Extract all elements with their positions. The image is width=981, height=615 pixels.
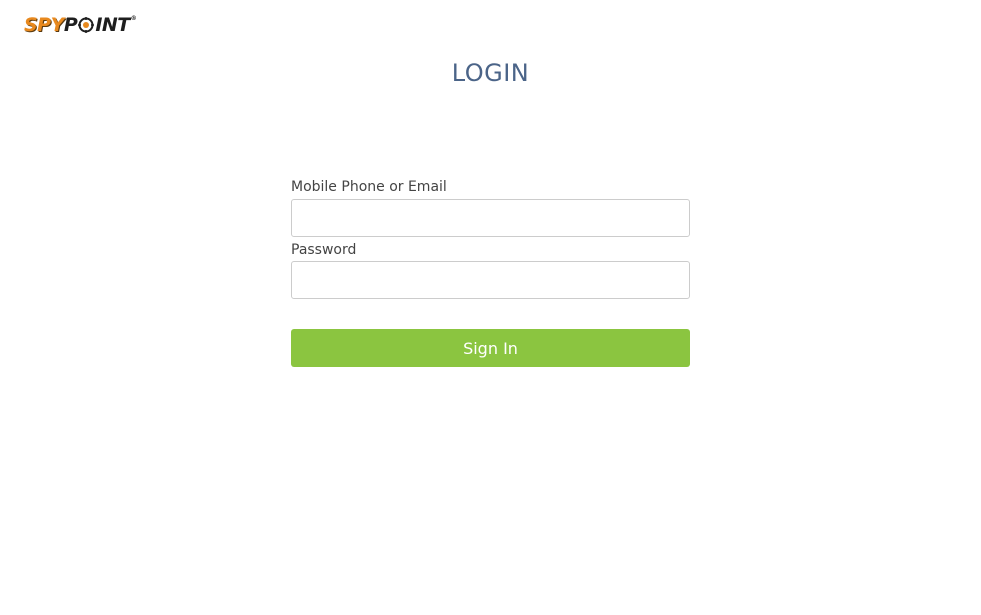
email-label: Mobile Phone or Email <box>291 179 447 195</box>
login-form: Mobile Phone or Email Password Sign In <box>291 177 690 367</box>
email-field-group: Mobile Phone or Email <box>291 177 690 237</box>
password-label: Password <box>291 242 357 258</box>
logo-text-spy: SPY <box>24 13 64 36</box>
page-title: LOGIN <box>451 59 530 87</box>
logo-text-int: INT <box>95 13 130 36</box>
password-field-group: Password <box>291 240 690 299</box>
registered-mark: ® <box>130 15 137 22</box>
sign-in-button[interactable]: Sign In <box>291 329 690 367</box>
logo-text-p: P <box>63 13 78 36</box>
email-input[interactable] <box>291 199 690 237</box>
crosshair-target-icon <box>78 17 95 33</box>
password-input[interactable] <box>291 261 690 299</box>
spypoint-logo[interactable]: SPY P INT ® <box>24 13 137 37</box>
